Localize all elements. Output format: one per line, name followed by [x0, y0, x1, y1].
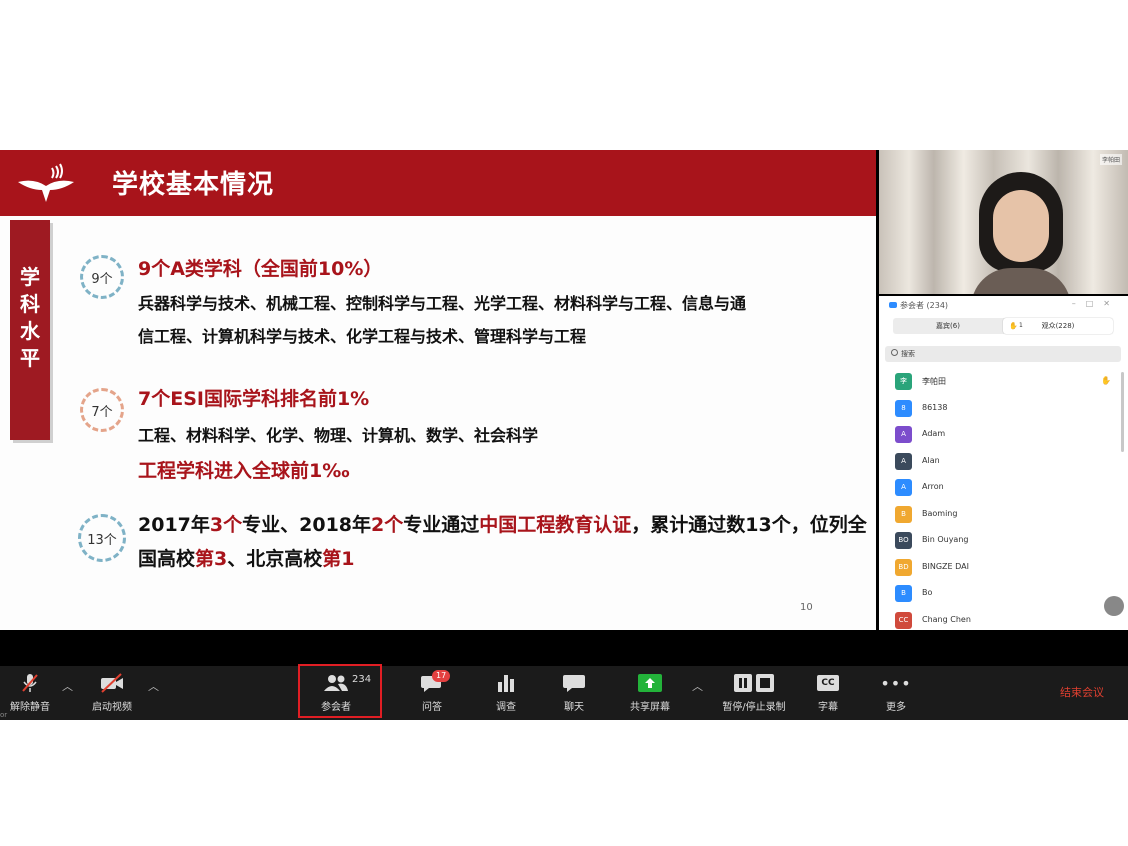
- person-body: [971, 268, 1071, 294]
- participant-row[interactable]: BO Bin Ouyang: [895, 531, 1115, 558]
- chat-button[interactable]: 聊天: [546, 672, 602, 713]
- cc-icon: CC: [817, 675, 839, 691]
- zoom-app-icon: [889, 302, 897, 308]
- section1-line1: 兵器科学与技术、机械工程、控制科学与工程、光学工程、材料科学与工程、信息与通: [138, 294, 747, 313]
- letterbox-bar: [0, 630, 1128, 670]
- section1-title: 9个A类学科（全国前10%）: [138, 258, 383, 280]
- end-meeting-button[interactable]: 结束会议: [1060, 684, 1104, 700]
- vertical-tab: 学科水平: [10, 220, 50, 440]
- video-name-label: 李帕田: [1099, 154, 1122, 165]
- dove-logo-icon: [18, 163, 74, 202]
- participants-tabs: 嘉宾(6) ✋ 1 观众(228): [893, 318, 1113, 334]
- tab-attendees[interactable]: ✋ 1 观众(228): [1003, 318, 1113, 334]
- qa-badge: 17: [432, 670, 451, 682]
- participant-name: Adam: [922, 429, 946, 438]
- avatar: A: [895, 479, 912, 496]
- meeting-toolbar: 解除静音 ︿ 启动视频 ︿ 参会者 234 问答 17 调查 聊天 共享屏幕 ︿…: [0, 666, 1128, 720]
- start-video-button[interactable]: 启动视频: [84, 672, 140, 713]
- person-face: [993, 190, 1049, 262]
- polls-icon: [498, 675, 514, 692]
- participant-name: 86138: [922, 402, 948, 412]
- audio-options-caret[interactable]: ︿: [62, 678, 73, 694]
- captions-button[interactable]: CC 字幕: [800, 672, 856, 713]
- vertical-tab-label: 学科水平: [20, 265, 40, 370]
- window-controls[interactable]: –□✕: [1072, 299, 1120, 308]
- participant-row[interactable]: 8 86138: [895, 399, 1115, 426]
- more-icon: •••: [880, 673, 912, 693]
- slide-title: 学校基本情况: [112, 170, 275, 200]
- participant-name: 李帕田: [922, 377, 946, 386]
- keyboard-icon[interactable]: [1104, 596, 1124, 616]
- avatar: BO: [895, 532, 912, 549]
- raised-hand-icon: ✋: [1009, 322, 1018, 330]
- participant-name: Baoming: [922, 508, 958, 518]
- avatar: B: [895, 505, 912, 523]
- participants-panel-title: 参会者 (234): [889, 300, 948, 311]
- shared-slide: 学校基本情况 学科水平 9个 9个A类学科（全国前10%） 兵器科学与技术、机械…: [0, 150, 876, 630]
- participant-name: Bin Ouyang: [922, 535, 969, 544]
- unmute-button[interactable]: 解除静音: [2, 672, 58, 713]
- section1-badge: 9个: [80, 255, 124, 299]
- slide-header: 学校基本情况: [0, 150, 876, 216]
- participant-name: Alan: [922, 455, 940, 465]
- meeting-screenshot: 学校基本情况 学科水平 9个 9个A类学科（全国前10%） 兵器科学与技术、机械…: [0, 150, 1128, 720]
- chat-icon: [563, 675, 585, 692]
- participant-row[interactable]: A Adam: [895, 425, 1115, 452]
- participant-row[interactable]: B Bo: [895, 584, 1115, 611]
- section2-line1: 工程、材料科学、化学、物理、计算机、数学、社会科学: [138, 426, 539, 445]
- participant-row[interactable]: A Alan: [895, 452, 1115, 479]
- more-button[interactable]: ••• 更多: [868, 672, 924, 714]
- participant-row[interactable]: 李 李帕田 ✋: [895, 372, 1115, 399]
- share-screen-icon: [638, 674, 662, 692]
- section1-line2: 信工程、计算机科学与技术、化学工程与技术、管理科学与工程: [138, 327, 587, 346]
- participant-name: Bo: [922, 588, 933, 597]
- participant-row[interactable]: A Arron: [895, 478, 1115, 505]
- avatar: 8: [895, 399, 912, 417]
- participant-name: BINGZE DAI: [922, 561, 969, 571]
- polls-button[interactable]: 调查: [478, 672, 534, 713]
- tab-panelists[interactable]: 嘉宾(6): [893, 318, 1003, 334]
- participant-search-input[interactable]: 搜索: [885, 346, 1121, 362]
- video-off-icon: [101, 673, 123, 693]
- participant-list: 李 李帕田 ✋ 8 86138 A Adam A Alan A Arron B Baoming BO Bin…: [895, 372, 1115, 630]
- avatar: CC: [895, 611, 912, 629]
- search-icon: [891, 349, 898, 356]
- participant-row[interactable]: CC Chang Chen: [895, 611, 1115, 631]
- avatar: BD: [895, 558, 912, 576]
- pause-stop-recording-button[interactable]: 暂停/停止录制: [712, 672, 796, 713]
- share-screen-button[interactable]: 共享屏幕: [618, 672, 682, 713]
- section2-title: 7个ESI国际学科排名前1%: [138, 388, 370, 410]
- participant-name: Chang Chen: [922, 614, 971, 624]
- toolbar-footer-fragment: or: [0, 711, 8, 719]
- section3-text: 2017年3个专业、2018年2个专业通过中国工程教育认证，累计通过数13个，位…: [138, 514, 867, 570]
- avatar: B: [895, 585, 912, 602]
- participants-highlight-box: [298, 664, 382, 718]
- section2-line2: 工程学科进入全球前1‰: [138, 460, 350, 482]
- video-thumbnail[interactable]: 李帕田: [879, 150, 1128, 294]
- participant-row[interactable]: B Baoming: [895, 505, 1115, 532]
- raised-hand-icon: ✋: [1101, 376, 1111, 385]
- participant-name: Arron: [922, 482, 944, 491]
- participant-row[interactable]: BD BINGZE DAI: [895, 558, 1115, 585]
- share-options-caret[interactable]: ︿: [692, 678, 703, 694]
- avatar: A: [895, 426, 912, 443]
- avatar: 李: [895, 373, 912, 390]
- section2-badge: 7个: [80, 388, 124, 432]
- participants-panel: 参会者 (234) –□✕ 嘉宾(6) ✋ 1 观众(228) 搜索 李 李帕田 ✋ 8 8…: [879, 296, 1128, 630]
- slide-page-number: 10: [800, 602, 813, 613]
- mic-muted-icon: [22, 674, 38, 692]
- section3-badge: 13个: [78, 514, 126, 562]
- video-options-caret[interactable]: ︿: [148, 678, 159, 694]
- avatar: A: [895, 452, 912, 470]
- panel-scrollbar[interactable]: [1121, 372, 1124, 452]
- pause-stop-icon: [734, 674, 774, 692]
